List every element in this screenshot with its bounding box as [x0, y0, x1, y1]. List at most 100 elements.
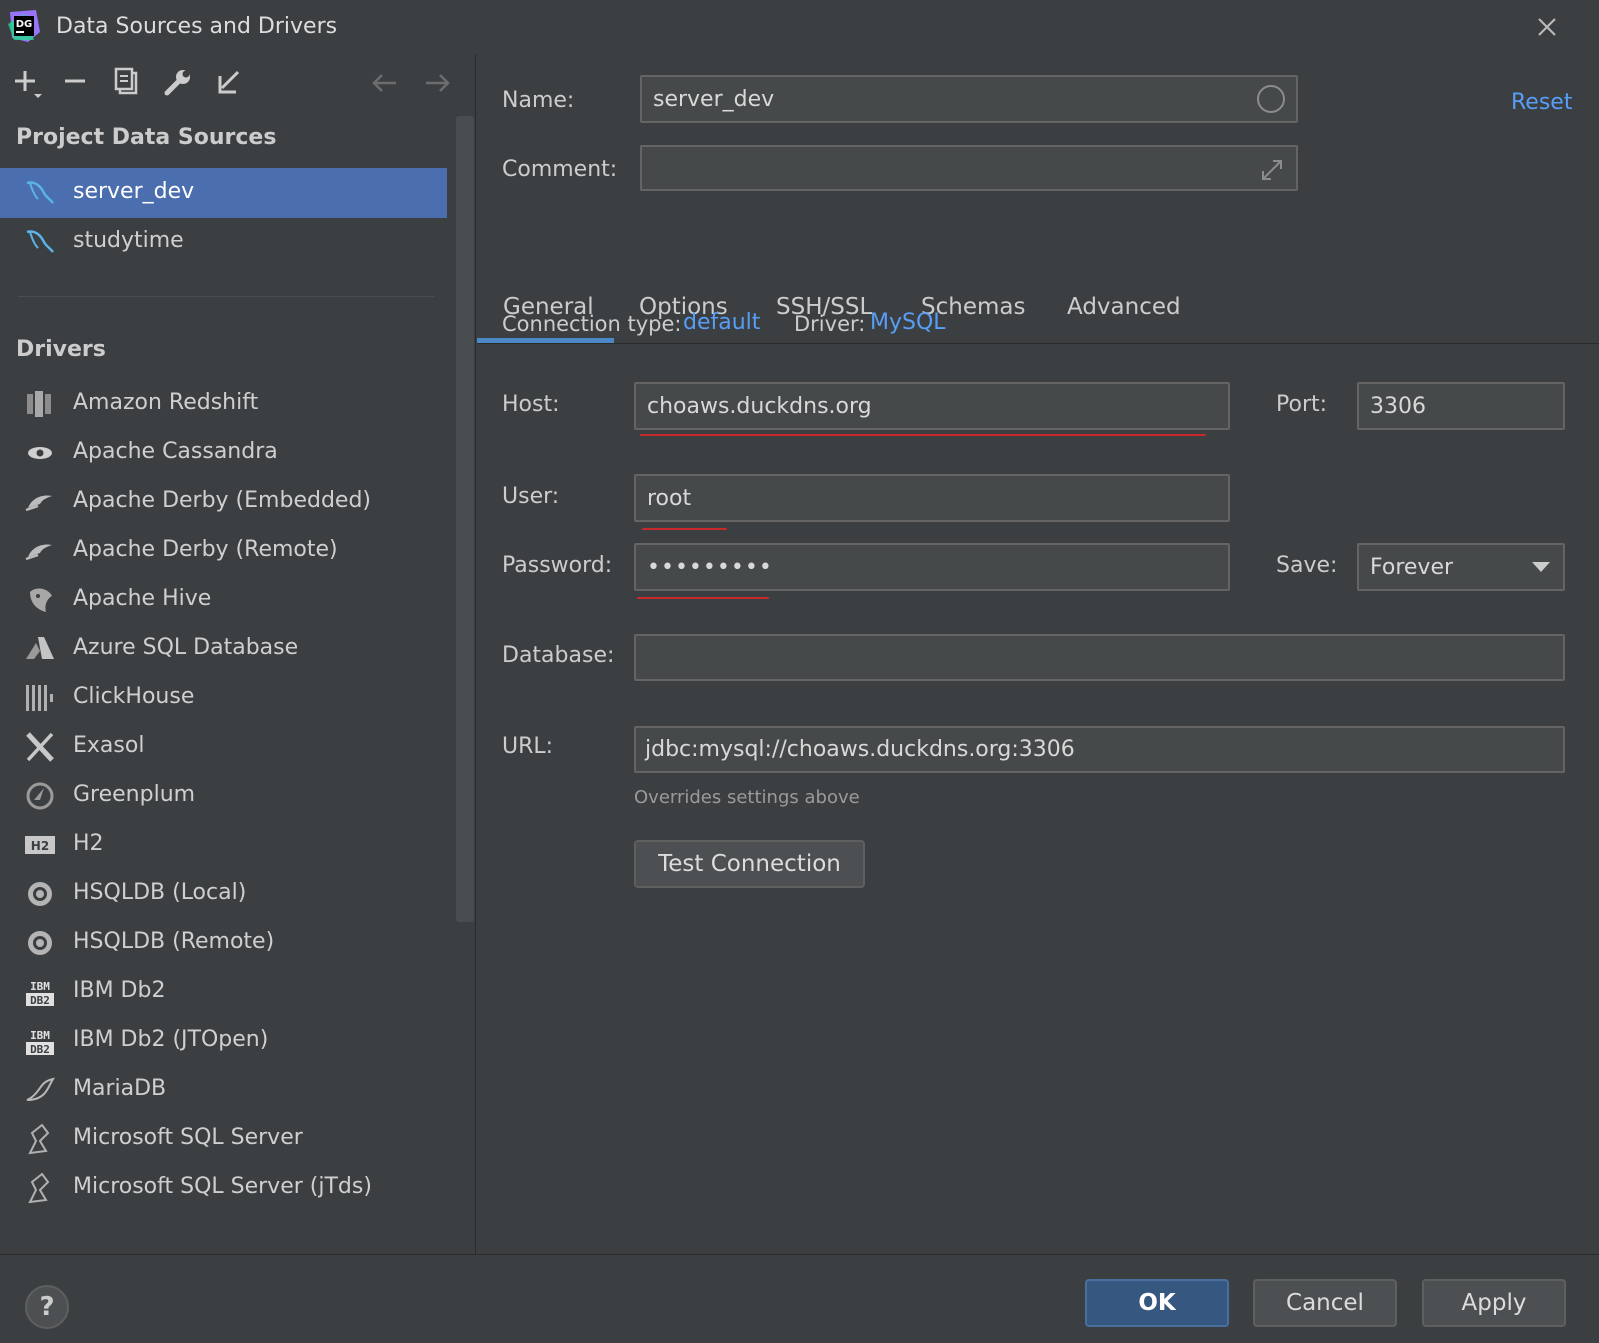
driver-label: Amazon Redshift — [73, 390, 259, 415]
sidebar-divider — [18, 296, 434, 297]
db2-icon-text-bottom: DB2 — [30, 1043, 50, 1056]
driver-label: HSQLDB (Remote) — [73, 929, 275, 954]
color-circle-icon[interactable] — [1255, 83, 1287, 115]
password-label: Password: — [502, 553, 613, 578]
forward-arrow-icon[interactable] — [420, 66, 454, 100]
driver-label: Exasol — [73, 733, 145, 758]
host-label: Host: — [502, 392, 560, 417]
driver-item-greenplum[interactable]: Greenplum — [0, 771, 447, 821]
driver-item-clickhouse[interactable]: ClickHouse — [0, 673, 447, 723]
db2-icon-text-top: IBM — [30, 980, 50, 993]
data-sources-panel: Project Data Sources server_dev studytim… — [0, 54, 476, 1254]
driver-item-apache-derby-embedded[interactable]: Apache Derby (Embedded) — [0, 477, 447, 527]
help-button[interactable]: ? — [25, 1285, 69, 1329]
user-field[interactable]: root — [634, 474, 1230, 522]
db2-icon: IBM DB2 — [26, 980, 54, 1007]
reset-link[interactable]: Reset — [1511, 90, 1572, 115]
test-connection-button[interactable]: Test Connection — [634, 840, 865, 888]
driver-label: Apache Hive — [73, 586, 212, 611]
close-icon[interactable] — [1530, 10, 1564, 44]
mysql-icon — [26, 181, 54, 204]
name-field[interactable]: server_dev — [640, 75, 1298, 123]
ok-button[interactable]: OK — [1085, 1279, 1229, 1327]
cancel-button[interactable]: Cancel — [1253, 1279, 1397, 1327]
mariadb-icon — [26, 1077, 56, 1101]
clickhouse-icon — [26, 685, 53, 711]
remove-icon[interactable] — [58, 66, 92, 100]
db2-icon: IBM DB2 — [26, 1029, 54, 1056]
driver-item-mariadb[interactable]: MariaDB — [0, 1065, 447, 1115]
comment-label: Comment: — [502, 157, 618, 182]
import-icon[interactable] — [212, 66, 246, 100]
host-annotation-underline — [640, 434, 1206, 436]
hive-icon — [30, 588, 52, 612]
driver-item-amazon-redshift[interactable]: Amazon Redshift — [0, 379, 447, 429]
ok-label: OK — [1138, 1290, 1176, 1316]
password-field[interactable]: ••••••••• — [634, 543, 1230, 591]
wrench-icon[interactable] — [161, 66, 195, 100]
back-arrow-icon[interactable] — [368, 66, 402, 100]
title-bar: DG Data Sources and Drivers — [0, 0, 1599, 54]
comment-field[interactable] — [640, 145, 1298, 191]
cassandra-icon — [28, 447, 52, 459]
connection-type-link[interactable]: default — [683, 310, 760, 335]
data-source-item-server-dev[interactable]: server_dev — [0, 168, 447, 218]
host-field[interactable]: choaws.duckdns.org — [634, 382, 1230, 430]
driver-item-ibm-db2-jtopen[interactable]: IBM DB2 IBM Db2 (JTOpen) — [0, 1016, 447, 1066]
url-hint: Overrides settings above — [634, 787, 860, 808]
user-annotation-underline — [642, 528, 727, 530]
url-field[interactable]: jdbc:mysql://choaws.duckdns.org:3306 — [634, 726, 1565, 773]
driver-item-hsqldb-local[interactable]: HSQLDB (Local) — [0, 869, 447, 919]
driver-item-apache-cassandra[interactable]: Apache Cassandra — [0, 428, 447, 478]
driver-label: Apache Cassandra — [73, 439, 278, 464]
driver-item-apache-derby-remote[interactable]: Apache Derby (Remote) — [0, 526, 447, 576]
driver-item-microsoft-sql-server-jtds[interactable]: Microsoft SQL Server (jTds) — [0, 1163, 447, 1213]
user-label: User: — [502, 484, 560, 509]
window-title: Data Sources and Drivers — [56, 14, 338, 39]
database-field[interactable] — [634, 634, 1565, 681]
datagrip-logo-icon: DG — [8, 10, 40, 42]
driver-label: Microsoft SQL Server — [73, 1125, 303, 1150]
driver-item-apache-hive[interactable]: Apache Hive — [0, 575, 447, 625]
driver-link[interactable]: MySQL — [870, 310, 946, 335]
db2-icon-text-bottom: DB2 — [30, 994, 50, 1007]
save-value: Forever — [1370, 554, 1454, 580]
driver-label: IBM Db2 — [73, 978, 166, 1003]
password-value: ••••••••• — [647, 554, 773, 580]
driver-item-azure-sql-database[interactable]: Azure SQL Database — [0, 624, 447, 674]
port-field[interactable]: 3306 — [1357, 382, 1565, 430]
data-source-item-studytime[interactable]: studytime — [0, 217, 447, 267]
database-label: Database: — [502, 643, 615, 668]
apply-button[interactable]: Apply — [1422, 1279, 1566, 1327]
host-value: choaws.duckdns.org — [647, 393, 872, 419]
password-annotation-underline — [637, 597, 769, 599]
active-tab-indicator — [477, 338, 614, 343]
driver-label: H2 — [73, 831, 104, 856]
driver-item-h2[interactable]: H2 H2 — [0, 820, 447, 870]
mysql-icon — [26, 230, 54, 253]
port-label: Port: — [1276, 392, 1328, 417]
driver-label: ClickHouse — [73, 684, 195, 709]
driver-item-microsoft-sql-server[interactable]: Microsoft SQL Server — [0, 1114, 447, 1164]
port-value: 3306 — [1370, 393, 1426, 419]
driver-label: Microsoft SQL Server (jTds) — [73, 1174, 372, 1199]
drivers-heading: Drivers — [16, 337, 106, 362]
add-icon[interactable] — [10, 66, 44, 100]
expand-icon[interactable] — [1259, 157, 1285, 183]
redshift-icon — [27, 391, 51, 417]
apply-label: Apply — [1461, 1290, 1527, 1316]
driver-item-hsqldb-remote[interactable]: HSQLDB (Remote) — [0, 918, 447, 968]
driver-item-ibm-db2[interactable]: IBM DB2 IBM Db2 — [0, 967, 447, 1017]
sidebar-scrollbar[interactable] — [456, 116, 474, 922]
chevron-down-icon — [1532, 562, 1550, 572]
derby-icon — [25, 544, 52, 561]
duplicate-icon[interactable] — [110, 66, 144, 100]
url-value: jdbc:mysql://choaws.duckdns.org:3306 — [645, 737, 1075, 762]
h2-icon: H2 — [25, 836, 55, 854]
connection-type-label: Connection type: — [502, 312, 682, 336]
driver-item-exasol[interactable]: Exasol — [0, 722, 447, 772]
azure-icon — [26, 637, 54, 659]
tab-advanced[interactable]: Advanced — [1067, 294, 1181, 320]
data-source-label: server_dev — [73, 179, 195, 204]
hsqldb-icon — [28, 931, 52, 955]
